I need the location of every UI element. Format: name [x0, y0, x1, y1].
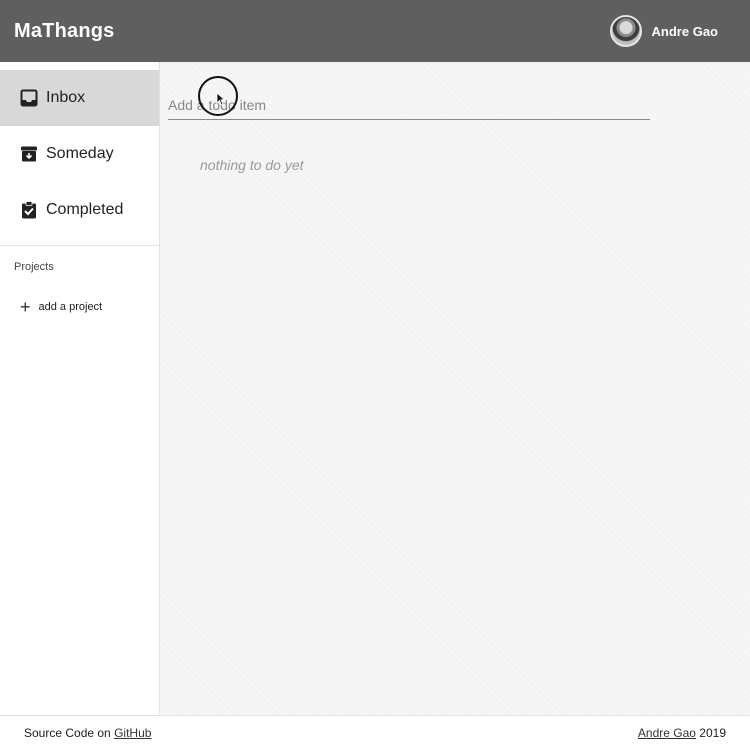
avatar[interactable] — [609, 15, 642, 47]
sidebar: Inbox Someday Completed Projects + add a… — [0, 62, 160, 715]
footer: Source Code on GitHub Andre Gao 2019 — [0, 715, 750, 750]
user-name[interactable]: Andre Gao — [652, 24, 718, 39]
sidebar-item-label: Inbox — [46, 89, 86, 106]
main-content: nothing to do yet — [160, 62, 750, 715]
add-project-label: add a project — [38, 301, 103, 313]
sidebar-item-inbox[interactable]: Inbox — [0, 70, 159, 126]
todo-input[interactable] — [168, 90, 650, 120]
sidebar-item-label: Completed — [46, 201, 124, 218]
sidebar-item-label: Someday — [46, 145, 114, 162]
footer-year: 2019 — [695, 726, 726, 740]
pointer-icon — [216, 92, 226, 106]
archive-icon — [20, 145, 38, 163]
footer-source: Source Code on GitHub — [24, 726, 151, 740]
empty-message: nothing to do yet — [200, 157, 304, 173]
sidebar-item-someday[interactable]: Someday — [0, 126, 159, 182]
github-link[interactable]: GitHub — [114, 726, 151, 740]
clipboard-check-icon — [20, 201, 38, 219]
app-title[interactable]: MaThangs — [14, 20, 115, 43]
footer-credit: Andre Gao 2019 — [638, 726, 726, 740]
inbox-icon — [20, 89, 38, 107]
projects-heading: Projects — [14, 261, 54, 273]
cursor-highlight — [198, 76, 238, 116]
app-header: MaThangs Andre Gao — [0, 0, 750, 62]
user-menu[interactable]: Andre Gao — [609, 15, 736, 47]
source-prefix: Source Code on — [24, 726, 115, 740]
sidebar-item-completed[interactable]: Completed — [0, 182, 159, 238]
add-project-button[interactable]: + add a project — [0, 273, 159, 317]
plus-icon: + — [20, 297, 31, 317]
author-link[interactable]: Andre Gao — [638, 726, 696, 740]
